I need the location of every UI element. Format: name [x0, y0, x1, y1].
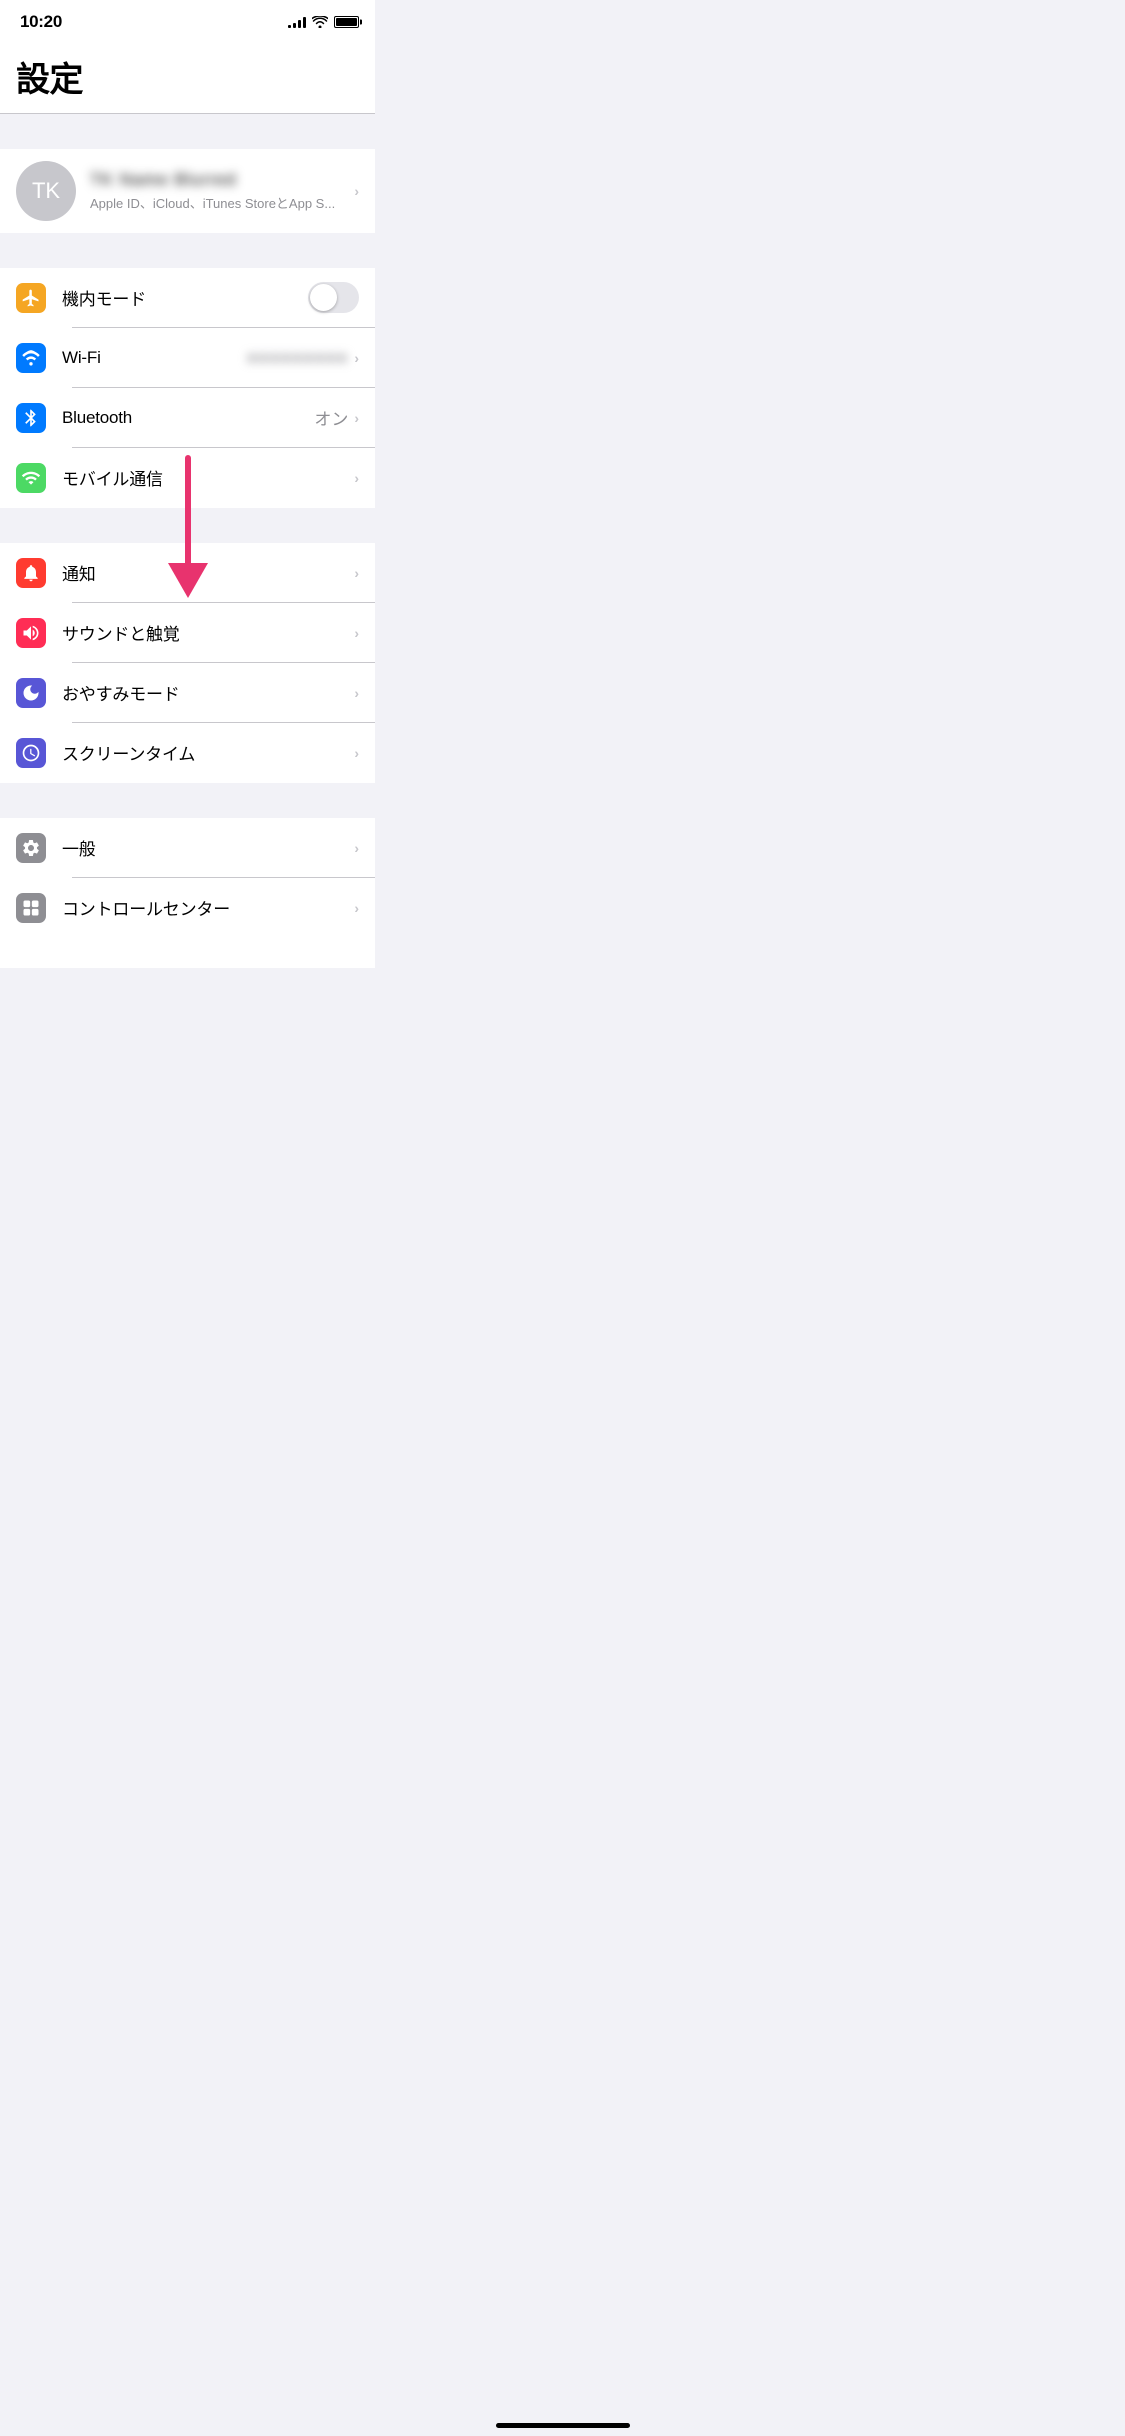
sounds-cell[interactable]: サウンドと触覚 › [0, 603, 375, 663]
general-chevron: › [354, 840, 359, 856]
section-gap-2 [0, 233, 375, 268]
profile-cell[interactable]: TK TK Name Blurred Apple ID、iCloud、iTune… [0, 149, 375, 233]
controlcenter-icon [16, 893, 46, 923]
notifications-chevron: › [354, 565, 359, 581]
donotdisturb-cell[interactable]: おやすみモード › [0, 663, 375, 723]
wifi-chevron: › [354, 350, 359, 366]
notifications-section: 通知 › サウンドと触覚 › おやすみモード › スクリーンタイム › [0, 543, 375, 783]
screentime-chevron: › [354, 745, 359, 761]
sounds-label: サウンドと触覚 [62, 620, 354, 645]
notifications-icon [16, 558, 46, 588]
battery-icon [334, 16, 359, 28]
sounds-chevron: › [354, 625, 359, 641]
profile-info: TK Name Blurred Apple ID、iCloud、iTunes S… [90, 170, 354, 212]
cellular-chevron: › [354, 470, 359, 486]
airplane-mode-toggle[interactable] [308, 282, 359, 313]
wifi-cell-icon [16, 343, 46, 373]
wifi-status-icon [312, 16, 328, 28]
profile-name: TK Name Blurred [90, 170, 354, 190]
airplane-mode-label: 機内モード [62, 285, 308, 310]
status-icons [288, 16, 359, 28]
page-title: 設定 [16, 52, 359, 101]
screentime-cell[interactable]: スクリーンタイム › [0, 723, 375, 783]
status-bar: 10:20 [0, 0, 375, 44]
general-icon [16, 833, 46, 863]
donotdisturb-label: おやすみモード [62, 680, 354, 705]
connectivity-section: 機内モード Wi-Fi ●●●●●●●●● › Bluetooth オン › [0, 268, 375, 508]
notifications-cell[interactable]: 通知 › [0, 543, 375, 603]
sounds-icon [16, 618, 46, 648]
section-gap-1 [0, 114, 375, 149]
donotdisturb-chevron: › [354, 685, 359, 701]
cellular-cell[interactable]: モバイル通信 › [0, 448, 375, 508]
bluetooth-cell[interactable]: Bluetooth オン › [0, 388, 375, 448]
general-cell[interactable]: 一般 › [0, 818, 375, 878]
section-gap-4 [0, 783, 375, 818]
section-gap-3 [0, 508, 375, 543]
bluetooth-label: Bluetooth [62, 408, 314, 428]
airplane-mode-icon [16, 283, 46, 313]
airplane-mode-cell[interactable]: 機内モード [0, 268, 375, 328]
home-indicator [496, 2423, 630, 2428]
avatar: TK [16, 161, 76, 221]
general-section: 一般 › コントロールセンター › [0, 818, 375, 938]
bluetooth-chevron: › [354, 410, 359, 426]
wifi-cell[interactable]: Wi-Fi ●●●●●●●●● › [0, 328, 375, 388]
wifi-value: ●●●●●●●●● [247, 348, 348, 368]
controlcenter-label: コントロールセンター [62, 895, 354, 920]
signal-icon [288, 16, 306, 28]
profile-subtitle: Apple ID、iCloud、iTunes StoreとApp S... [90, 193, 354, 212]
screentime-label: スクリーンタイム [62, 740, 354, 765]
general-label: 一般 [62, 835, 354, 860]
wifi-label: Wi-Fi [62, 348, 247, 368]
cellular-icon [16, 463, 46, 493]
status-time: 10:20 [20, 12, 62, 32]
notifications-label: 通知 [62, 560, 354, 585]
donotdisturb-icon [16, 678, 46, 708]
page-header: 設定 [0, 44, 375, 113]
bluetooth-icon [16, 403, 46, 433]
cellular-label: モバイル通信 [62, 465, 354, 490]
profile-chevron: › [354, 183, 359, 199]
profile-section: TK TK Name Blurred Apple ID、iCloud、iTune… [0, 149, 375, 233]
bluetooth-value: オン [314, 405, 348, 430]
screentime-icon [16, 738, 46, 768]
controlcenter-cell[interactable]: コントロールセンター › [0, 878, 375, 938]
controlcenter-chevron: › [354, 900, 359, 916]
